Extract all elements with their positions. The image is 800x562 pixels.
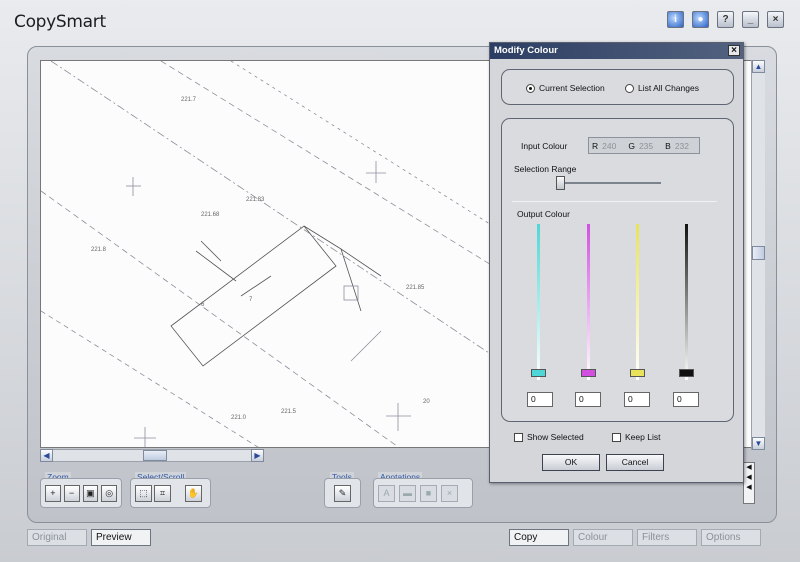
function-tabs: Copy Colour Filters Options	[509, 529, 761, 546]
svg-text:20: 20	[423, 399, 430, 405]
close-icon[interactable]: ×	[767, 11, 784, 28]
yellow-slider-track[interactable]	[636, 224, 639, 380]
selection-range-slider[interactable]	[556, 176, 565, 190]
scroll-right-icon[interactable]: ▶	[251, 449, 264, 462]
show-selected-checkbox[interactable]: Show Selected	[514, 432, 584, 442]
vertical-scroll-thumb[interactable]	[752, 246, 765, 260]
help-icon[interactable]: ?	[717, 11, 734, 28]
tab-copy[interactable]: Copy	[509, 529, 569, 546]
r-value: 240	[602, 140, 617, 151]
radio-dot	[526, 83, 535, 93]
info-icon[interactable]: i	[667, 11, 684, 28]
checkbox-box	[514, 432, 523, 442]
mode-panel: Current Selection List All Changes	[501, 69, 734, 105]
panel-toggle-icon[interactable]: ◀ ◀ ◀	[743, 462, 755, 504]
colour-panel: Input Colour R 240 G 235 B 232 Selection…	[501, 118, 734, 422]
tab-original[interactable]: Original	[27, 529, 87, 546]
scroll-up-icon[interactable]: ▲	[752, 60, 765, 73]
dialog-title: Modify Colour	[494, 45, 558, 56]
tab-colour[interactable]: Colour	[573, 529, 633, 546]
view-tabs: Original Preview	[27, 529, 151, 546]
radio-current-selection[interactable]: Current Selection	[526, 83, 605, 93]
pan-hand-icon[interactable]: ✋	[185, 484, 202, 502]
svg-text:221.5: 221.5	[281, 409, 297, 415]
select-area-icon[interactable]: ⬚	[135, 484, 152, 502]
app-title: CopySmart	[14, 12, 106, 32]
zoom-out-icon[interactable]: −	[63, 484, 80, 502]
g-label: G	[628, 140, 635, 151]
svg-text:221.85: 221.85	[406, 285, 425, 291]
rectangle-icon[interactable]: ■	[420, 484, 437, 502]
g-value: 235	[638, 140, 654, 151]
text-annotation-button[interactable]: A	[378, 484, 395, 502]
zoom-page-icon[interactable]: ◎	[101, 484, 117, 502]
horizontal-scrollbar[interactable]: ◀ ▶	[40, 449, 264, 462]
zoom-in-icon[interactable]: +	[45, 484, 61, 502]
eyedropper-icon[interactable]: ✎	[334, 484, 351, 502]
annotations-group: A ▬ ■ ×	[373, 478, 473, 508]
divider	[512, 201, 717, 202]
tab-filters[interactable]: Filters	[637, 529, 697, 546]
keep-list-checkbox[interactable]: Keep List	[612, 432, 660, 442]
r-label: R	[592, 140, 599, 151]
checkbox-box	[612, 432, 621, 442]
svg-text:6: 6	[201, 302, 205, 308]
delete-annotation-icon[interactable]: ×	[441, 484, 458, 502]
dialog-close-button[interactable]: ×	[728, 45, 740, 56]
window-controls: i ● ? _ ×	[667, 11, 784, 28]
selection-range-label: Selection Range	[514, 164, 577, 174]
vertical-scrollbar[interactable]: ▲ ▼	[751, 60, 765, 450]
zoom-group: + − ▣ ◎	[40, 478, 122, 508]
ok-button[interactable]: OK	[542, 454, 600, 471]
minimize-icon[interactable]: _	[742, 11, 759, 28]
svg-text:221.68: 221.68	[201, 212, 220, 218]
black-slider-track[interactable]	[685, 224, 688, 380]
select-fit-icon[interactable]: ⌗	[154, 484, 171, 502]
tab-options[interactable]: Options	[701, 529, 761, 546]
b-value: 232	[674, 140, 689, 151]
svg-text:221.83: 221.83	[246, 197, 265, 203]
highlight-icon[interactable]: ▬	[399, 484, 416, 502]
cancel-button[interactable]: Cancel	[606, 454, 664, 471]
show-selected-label: Show Selected	[527, 432, 584, 442]
magenta-slider-track[interactable]	[587, 224, 590, 380]
b-label: B	[665, 140, 671, 151]
yellow-value-input[interactable]: 0	[624, 392, 650, 407]
magenta-value-input[interactable]: 0	[575, 392, 601, 407]
selection-range-track[interactable]	[557, 182, 661, 184]
black-slider-knob[interactable]	[679, 369, 694, 377]
magenta-slider-knob[interactable]	[581, 369, 596, 377]
cyan-slider-track[interactable]	[537, 224, 540, 380]
radio-list-all-changes[interactable]: List All Changes	[625, 83, 699, 93]
tools-group: ✎	[324, 478, 361, 508]
select-scroll-group: ⬚ ⌗ ✋	[130, 478, 211, 508]
horizontal-scroll-thumb[interactable]	[143, 450, 167, 461]
radio-dot	[625, 83, 634, 93]
yellow-slider-knob[interactable]	[630, 369, 645, 377]
modify-colour-dialog: Modify Colour × Current Selection List A…	[489, 42, 744, 483]
radio-list-all-changes-label: List All Changes	[638, 83, 699, 93]
cyan-value-input[interactable]: 0	[527, 392, 553, 407]
zoom-fit-icon[interactable]: ▣	[82, 484, 99, 502]
svg-text:221.0: 221.0	[231, 415, 247, 421]
svg-text:7: 7	[249, 297, 253, 303]
black-value-input[interactable]: 0	[673, 392, 699, 407]
svg-text:221.7: 221.7	[181, 97, 197, 103]
radio-current-selection-label: Current Selection	[539, 83, 605, 93]
keep-list-label: Keep List	[625, 432, 661, 442]
scroll-down-icon[interactable]: ▼	[752, 437, 765, 450]
globe-icon[interactable]: ●	[692, 11, 709, 28]
dialog-titlebar[interactable]: Modify Colour ×	[490, 43, 743, 59]
cyan-slider-knob[interactable]	[531, 369, 546, 377]
input-colour-values: R 240 G 235 B 232	[588, 137, 700, 154]
input-colour-label: Input Colour	[521, 141, 568, 151]
svg-text:221.8: 221.8	[91, 247, 107, 253]
tab-preview[interactable]: Preview	[91, 529, 151, 546]
scroll-left-icon[interactable]: ◀	[40, 449, 53, 462]
output-colour-label: Output Colour	[517, 209, 570, 219]
